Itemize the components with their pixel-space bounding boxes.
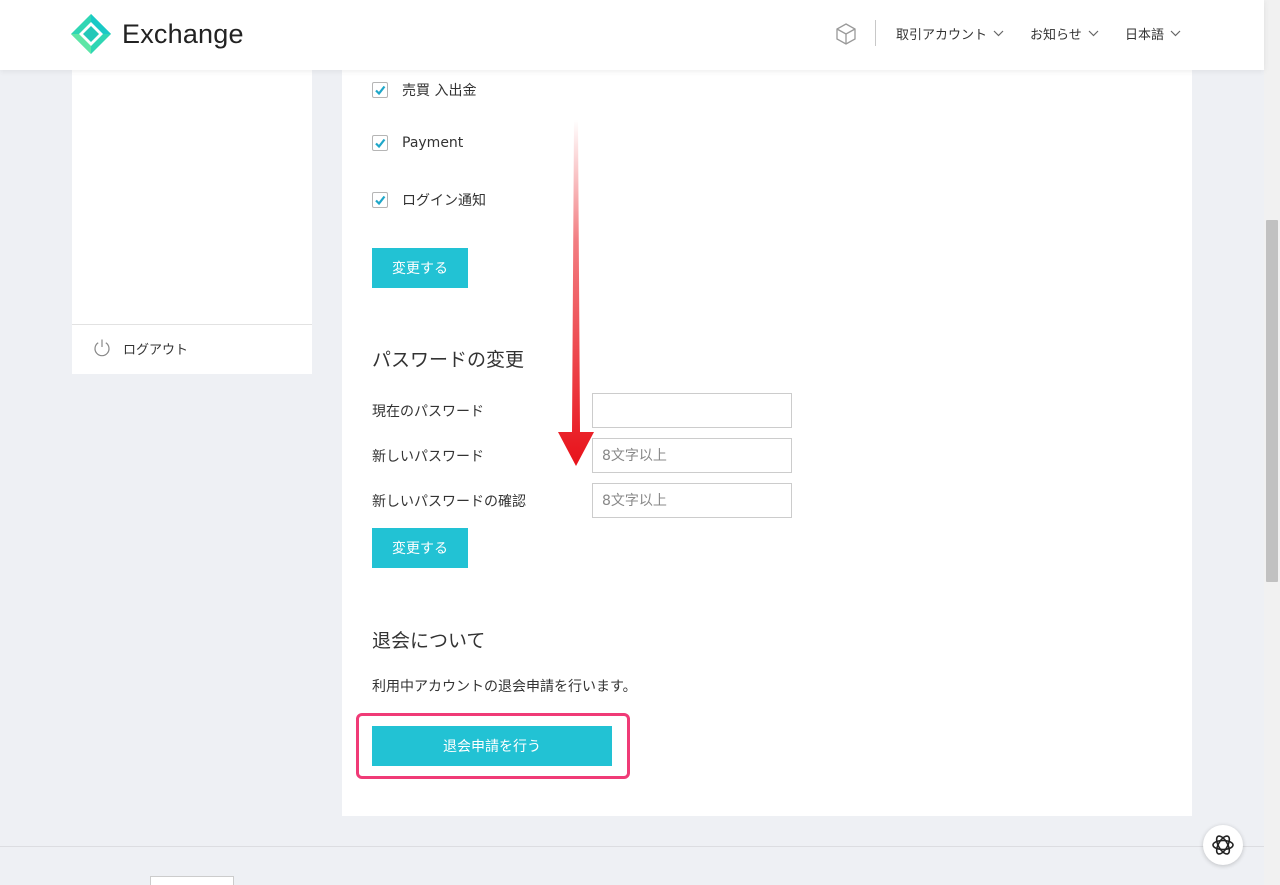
nav-account-menu[interactable]: 取引アカウント (896, 24, 1004, 43)
assistant-button[interactable] (1203, 825, 1243, 865)
current-password-label: 現在のパスワード (372, 404, 484, 420)
chevron-down-icon (1088, 30, 1099, 37)
nav-news-label: お知らせ (1030, 28, 1082, 43)
notify-submit-button[interactable]: 変更する (372, 248, 468, 288)
notify-trade-deposit-label: 売買 入出金 (402, 83, 477, 99)
openai-icon (1212, 835, 1234, 855)
chevron-down-icon (1170, 30, 1181, 37)
check-icon (375, 138, 386, 149)
withdrawal-section-title: 退会について (372, 630, 486, 652)
annotation-arrow-icon (558, 120, 594, 466)
new-password-input[interactable] (592, 438, 792, 473)
notify-payment-checkbox[interactable] (372, 135, 388, 151)
sidebar: ログアウト (72, 70, 312, 374)
footer-divider (0, 846, 1264, 847)
withdrawal-description: 利用中アカウントの退会申請を行います。 (372, 679, 637, 695)
exchange-logo-icon (71, 14, 111, 54)
logout-label: ログアウト (123, 342, 189, 358)
notify-login-checkbox[interactable] (372, 192, 388, 208)
notify-login-row[interactable]: ログイン通知 (372, 190, 486, 210)
logo-text: Exchange (122, 18, 244, 49)
notify-trade-deposit-checkbox[interactable] (372, 82, 388, 98)
confirm-password-input[interactable] (592, 483, 792, 518)
nav-account-label: 取引アカウント (896, 28, 988, 43)
power-icon (94, 339, 110, 357)
chevron-down-icon (993, 30, 1004, 37)
scrollbar-thumb[interactable] (1266, 220, 1278, 582)
footer-element (150, 876, 234, 885)
cube-icon[interactable] (834, 22, 858, 46)
password-section-title: パスワードの変更 (372, 349, 525, 371)
current-password-input[interactable] (592, 393, 792, 428)
check-icon (375, 195, 386, 206)
password-submit-button[interactable]: 変更する (372, 528, 468, 568)
new-password-label: 新しいパスワード (372, 449, 484, 465)
top-header: Exchange 取引アカウント お知らせ 日本語 (0, 0, 1264, 70)
header-divider (875, 20, 876, 46)
notify-login-label: ログイン通知 (402, 193, 486, 209)
logo[interactable]: Exchange (70, 13, 244, 55)
notify-trade-deposit-row[interactable]: 売買 入出金 (372, 80, 476, 100)
withdrawal-request-button[interactable]: 退会申請を行う (372, 726, 612, 766)
nav-news-menu[interactable]: お知らせ (1030, 24, 1099, 43)
confirm-password-label: 新しいパスワードの確認 (372, 494, 526, 510)
check-icon (375, 85, 386, 96)
logout-link[interactable]: ログアウト (92, 338, 188, 358)
nav-language-menu[interactable]: 日本語 (1125, 24, 1181, 43)
notify-payment-row[interactable]: Payment (372, 135, 463, 151)
nav-language-label: 日本語 (1125, 28, 1165, 43)
notify-payment-label: Payment (402, 135, 464, 151)
sidebar-divider (72, 324, 312, 325)
